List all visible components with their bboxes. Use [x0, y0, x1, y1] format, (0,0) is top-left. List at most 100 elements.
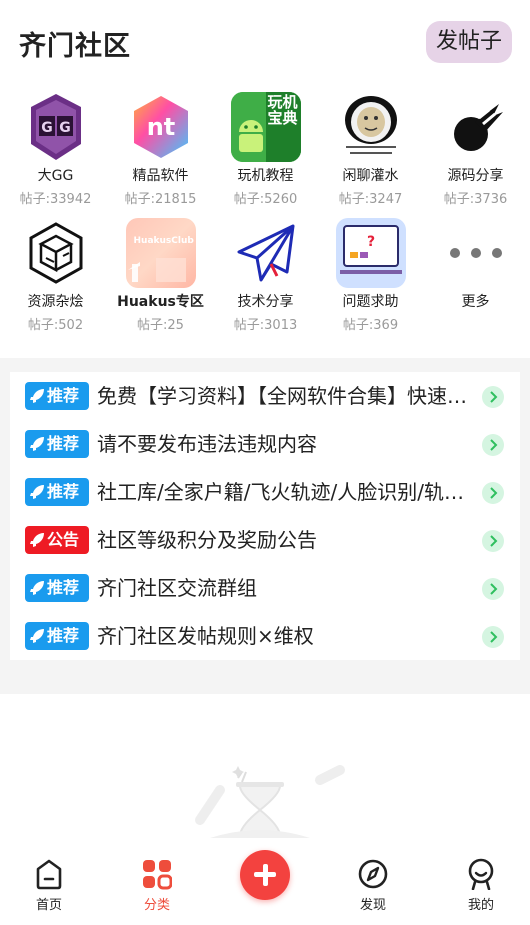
tag-label: 推荐: [47, 434, 80, 453]
category-name: 技术分享: [237, 294, 294, 310]
tab-profile[interactable]: 我的: [441, 838, 521, 925]
category-icon: [143, 860, 172, 890]
notice-list: 推荐 免费【学习资料】【全网软件合集】快速获取 推荐 请不要发布违法违规内容 推…: [10, 372, 520, 660]
chevron-right-icon: [482, 386, 504, 408]
category-item-more[interactable]: 更多: [423, 218, 528, 314]
category-item-tech[interactable]: 技术分享 帖子:3013: [213, 218, 318, 333]
category-count: 帖子:25: [137, 318, 184, 333]
category-count: 帖子:3013: [233, 318, 298, 333]
announcement-tag: 公告: [25, 526, 89, 554]
category-item-huakus[interactable]: HuakusClub Huakus专区 帖子:25: [108, 218, 213, 333]
android-icon-label: 玩机宝典: [267, 93, 298, 127]
category-name: Huakus专区: [117, 294, 204, 310]
tab-label: 首页: [35, 898, 62, 913]
tab-discover[interactable]: 发现: [333, 838, 413, 925]
page-title: 齐门社区: [19, 31, 131, 62]
cube-logo-icon: [20, 218, 91, 288]
android-icon: 玩机宝典: [230, 92, 301, 162]
tab-label: 发现: [359, 898, 386, 913]
post-button[interactable]: 发帖子: [426, 21, 512, 63]
tab-category[interactable]: 分类: [117, 838, 197, 925]
chevron-right-icon: [482, 626, 504, 648]
question-board-icon: ?: [335, 218, 406, 288]
category-item-resources[interactable]: 资源杂烩 帖子:502: [3, 218, 108, 333]
recommend-tag: 推荐: [25, 574, 89, 602]
gg-shield-icon: G G: [21, 92, 91, 162]
category-item-dagg[interactable]: G G 大GG 帖子:33942: [3, 92, 108, 207]
rocket-icon: [30, 389, 44, 403]
svg-text:nt: nt: [146, 113, 175, 141]
chevron-right-icon: [482, 530, 504, 552]
notice-text: 社工库/全家户籍/飞火轨迹/人脸识别/轨迹查询: [97, 480, 477, 504]
category-name: 资源杂烩: [27, 294, 84, 310]
category-count: 帖子:21815: [124, 192, 197, 207]
bottom-tab-bar: 首页 分类 发现 我的: [0, 838, 530, 925]
notice-row[interactable]: 推荐 请不要发布违法违规内容: [10, 420, 520, 468]
compass-icon: [358, 859, 388, 889]
notice-section: 推荐 免费【学习资料】【全网软件合集】快速获取 推荐 请不要发布违法违规内容 推…: [0, 358, 530, 694]
tab-label: 我的: [467, 898, 494, 913]
category-count: 帖子:3736: [443, 192, 508, 207]
category-item-tutorial[interactable]: 玩机宝典 玩机教程 帖子:5260: [213, 92, 318, 207]
tag-label: 公告: [47, 530, 80, 549]
category-name: 精品软件: [132, 168, 189, 184]
rocket-icon: [30, 437, 44, 451]
plus-icon[interactable]: [240, 850, 290, 900]
notice-text: 齐门社区交流群组: [97, 576, 257, 600]
category-name: 大GG: [37, 168, 74, 184]
rocket-icon: [30, 629, 44, 643]
more-dots-icon: [441, 218, 511, 288]
chevron-right-icon: [482, 434, 504, 456]
tag-label: 推荐: [47, 386, 80, 405]
hourglass-illustration: [195, 765, 345, 838]
comet-icon: [440, 92, 511, 162]
category-name: 问题求助: [342, 294, 399, 310]
recommend-tag: 推荐: [25, 382, 89, 410]
category-item-help[interactable]: ? 问题求助 帖子:369: [318, 218, 423, 333]
panda-meme-icon: [335, 92, 406, 162]
category-count: 帖子:33942: [19, 192, 92, 207]
notice-row[interactable]: 推荐 社工库/全家户籍/飞火轨迹/人脸识别/轨迹查询: [10, 468, 520, 516]
notice-row[interactable]: 推荐 齐门社区发帖规则×维权: [10, 612, 520, 660]
tag-label: 推荐: [47, 482, 80, 501]
notice-row[interactable]: 推荐 齐门社区交流群组: [10, 564, 520, 612]
category-name: 玩机教程: [237, 168, 294, 184]
category-item-source[interactable]: 源码分享 帖子:3736: [423, 92, 528, 207]
notice-text: 社区等级积分及奖励公告: [97, 528, 317, 552]
notice-row[interactable]: 公告 社区等级积分及奖励公告: [10, 516, 520, 564]
chevron-right-icon: [482, 482, 504, 504]
huakus-icon: HuakusClub: [125, 218, 196, 288]
category-name: 源码分享: [447, 168, 504, 184]
home-icon: [36, 859, 62, 890]
notice-text: 齐门社区发帖规则×维权: [97, 624, 314, 648]
category-count: 帖子:3247: [338, 192, 403, 207]
recommend-tag: 推荐: [25, 622, 89, 650]
nt-hexagon-icon: nt: [126, 92, 196, 162]
tag-label: 推荐: [47, 578, 80, 597]
paper-plane-icon: [230, 218, 301, 288]
category-count: 帖子:369: [342, 318, 399, 333]
category-name: 闲聊灌水: [342, 168, 399, 184]
category-item-software[interactable]: nt 精品软件 帖子:21815: [108, 92, 213, 207]
svg-text:G: G: [59, 120, 71, 136]
rocket-icon: [30, 485, 44, 499]
tab-home[interactable]: 首页: [9, 838, 89, 925]
recommend-tag: 推荐: [25, 478, 89, 506]
rocket-icon: [30, 533, 44, 547]
profile-icon: [468, 858, 494, 890]
chevron-right-icon: [482, 578, 504, 600]
tag-label: 推荐: [47, 626, 80, 645]
header: 齐门社区 发帖子: [0, 0, 530, 86]
notice-text: 请不要发布违法违规内容: [97, 432, 317, 456]
category-count: 帖子:5260: [233, 192, 298, 207]
svg-text:G: G: [41, 120, 53, 136]
tab-label: 分类: [143, 898, 170, 913]
category-item-chat[interactable]: 闲聊灌水 帖子:3247: [318, 92, 423, 207]
category-name: 更多: [461, 294, 490, 310]
recommend-tag: 推荐: [25, 430, 89, 458]
notice-row[interactable]: 推荐 免费【学习资料】【全网软件合集】快速获取: [10, 372, 520, 420]
rocket-icon: [30, 581, 44, 595]
category-count: 帖子:502: [27, 318, 84, 333]
svg-text:?: ?: [366, 234, 374, 250]
notice-text: 免费【学习资料】【全网软件合集】快速获取: [97, 384, 477, 408]
